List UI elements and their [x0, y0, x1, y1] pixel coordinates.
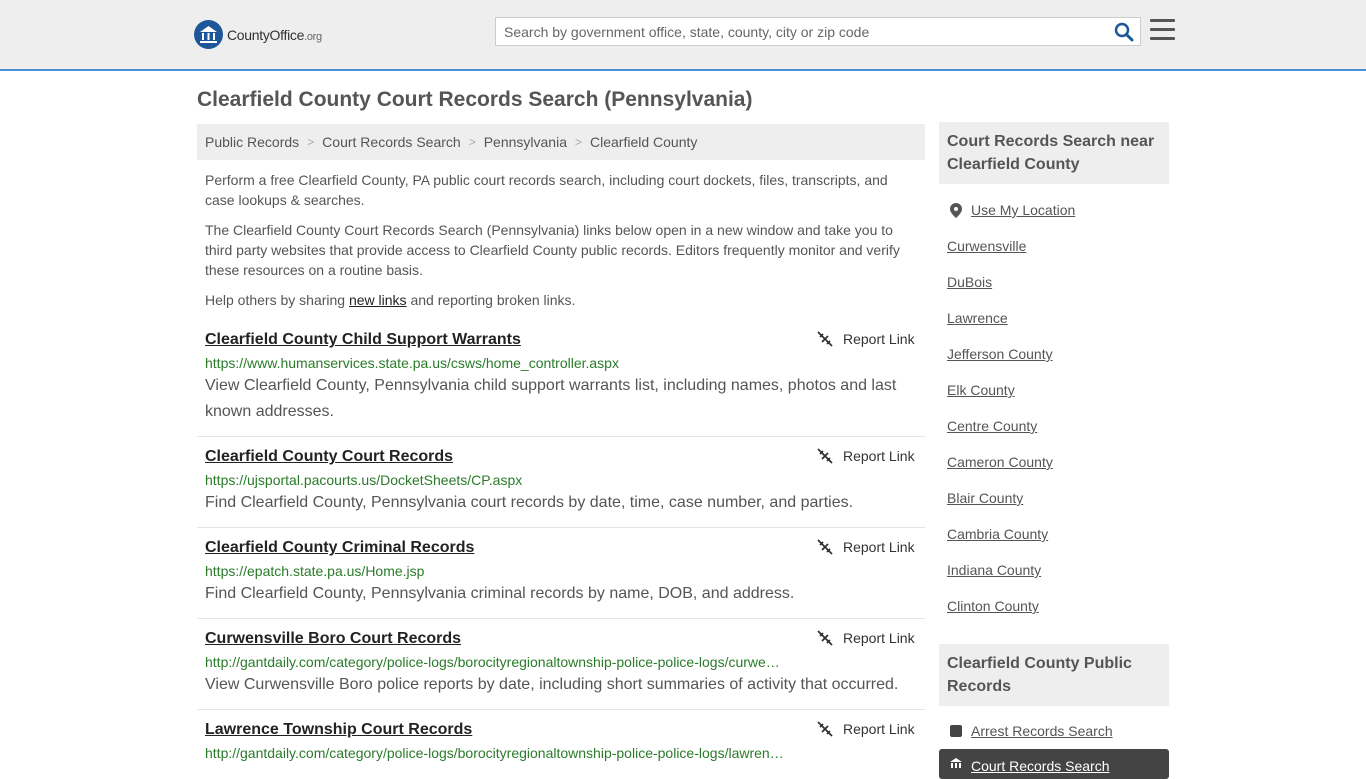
report-link-button[interactable]: Report Link: [817, 630, 915, 646]
broken-link-icon: [817, 448, 833, 464]
report-link-label: Report Link: [843, 448, 915, 464]
court-records-search-link[interactable]: Court Records Search: [971, 758, 1110, 774]
intro-paragraph-1: Perform a free Clearfield County, PA pub…: [205, 172, 888, 208]
report-link-button[interactable]: Report Link: [817, 448, 915, 464]
result-url: http://gantdaily.com/category/police-log…: [205, 745, 784, 761]
sidebar-near-heading: Court Records Search near Clearfield Cou…: [939, 122, 1169, 184]
intro-paragraph-3: Help others by sharing new links and rep…: [205, 290, 910, 310]
result-url: https://epatch.state.pa.us/Home.jsp: [205, 563, 425, 579]
search-box: [495, 17, 1141, 46]
result-item: Clearfield County Child Support Warrants…: [197, 331, 925, 437]
nearby-link-clinton-county[interactable]: Clinton County: [947, 598, 1039, 614]
result-url: https://www.humanservices.state.pa.us/cs…: [205, 355, 619, 371]
result-item: Curwensville Boro Court Records Report L…: [197, 630, 925, 710]
report-link-button[interactable]: Report Link: [817, 721, 915, 737]
breadcrumb-separator: >: [574, 135, 582, 149]
arrest-records-search-link[interactable]: Arrest Records Search: [971, 723, 1113, 739]
broken-link-icon: [817, 539, 833, 555]
nearby-link-centre-county[interactable]: Centre County: [947, 418, 1037, 434]
search-icon[interactable]: [1114, 22, 1134, 42]
nearby-link-elk-county[interactable]: Elk County: [947, 382, 1015, 398]
nearby-link-jefferson-county[interactable]: Jefferson County: [947, 346, 1053, 362]
breadcrumb-clearfield-county[interactable]: Clearfield County: [590, 134, 697, 150]
result-title-link[interactable]: Curwensville Boro Court Records: [205, 630, 461, 648]
result-title-link[interactable]: Clearfield County Court Records: [205, 448, 453, 466]
intro-paragraph-2: The Clearfield County Court Records Sear…: [205, 222, 900, 278]
logo-badge-icon: [194, 20, 223, 49]
breadcrumb-public-records[interactable]: Public Records: [205, 134, 299, 150]
breadcrumb-separator: >: [307, 135, 315, 149]
nearby-link-lawrence[interactable]: Lawrence: [947, 310, 1008, 326]
site-logo[interactable]: CountyOffice.org: [194, 20, 322, 49]
result-url: http://gantdaily.com/category/police-log…: [205, 654, 780, 670]
search-input[interactable]: [496, 18, 1096, 45]
logo-main-text: CountyOffice: [227, 26, 305, 43]
intro-p3-after: and reporting broken links.: [406, 292, 576, 308]
result-item: Lawrence Township Court Records Report L…: [197, 721, 925, 768]
nearby-link-blair-county[interactable]: Blair County: [947, 490, 1023, 506]
new-links-link[interactable]: new links: [349, 292, 407, 308]
nearby-link-curwensville[interactable]: Curwensville: [947, 238, 1026, 254]
sidebar-public-heading: Clearfield County Public Records: [939, 644, 1169, 706]
broken-link-icon: [817, 331, 833, 347]
report-link-label: Report Link: [843, 630, 915, 646]
result-description: Find Clearfield County, Pennsylvania cou…: [205, 494, 854, 511]
handcuffs-icon: [950, 725, 962, 737]
site-header: CountyOffice.org: [0, 0, 1366, 71]
report-link-button[interactable]: Report Link: [817, 331, 915, 347]
result-title-link[interactable]: Clearfield County Criminal Records: [205, 539, 474, 557]
broken-link-icon: [817, 630, 833, 646]
use-my-location-link[interactable]: Use My Location: [971, 202, 1075, 218]
courthouse-icon: [950, 758, 962, 768]
result-title-link[interactable]: Lawrence Township Court Records: [205, 721, 472, 739]
report-link-button[interactable]: Report Link: [817, 539, 915, 555]
result-description: View Clearfield County, Pennsylvania chi…: [205, 377, 897, 420]
nearby-link-indiana-county[interactable]: Indiana County: [947, 562, 1041, 578]
breadcrumb-separator: >: [468, 135, 476, 149]
hamburger-menu-icon[interactable]: [1150, 19, 1175, 41]
report-link-label: Report Link: [843, 721, 915, 737]
report-link-label: Report Link: [843, 331, 915, 347]
nearby-link-cameron-county[interactable]: Cameron County: [947, 454, 1053, 470]
breadcrumb-pennsylvania[interactable]: Pennsylvania: [484, 134, 567, 150]
logo-tld-text: .org: [304, 30, 322, 43]
report-link-label: Report Link: [843, 539, 915, 555]
page-title: Clearfield County Court Records Search (…: [197, 88, 753, 111]
result-item: Clearfield County Court Records Report L…: [197, 448, 925, 528]
result-item: Clearfield County Criminal Records Repor…: [197, 539, 925, 619]
intro-p3-before: Help others by sharing: [205, 292, 349, 308]
result-description: View Curwensville Boro police reports by…: [205, 676, 899, 693]
result-url: https://ujsportal.pacourts.us/DocketShee…: [205, 472, 523, 488]
result-description: Find Clearfield County, Pennsylvania cri…: [205, 585, 795, 602]
court-records-search-active-item[interactable]: Court Records Search: [939, 749, 1169, 779]
breadcrumb-court-records-search[interactable]: Court Records Search: [322, 134, 461, 150]
nearby-link-cambria-county[interactable]: Cambria County: [947, 526, 1048, 542]
breadcrumb: Public Records > Court Records Search > …: [197, 124, 925, 160]
result-title-link[interactable]: Clearfield County Child Support Warrants: [205, 331, 521, 349]
broken-link-icon: [817, 721, 833, 737]
location-pin-icon: [950, 203, 962, 218]
nearby-link-dubois[interactable]: DuBois: [947, 274, 992, 290]
